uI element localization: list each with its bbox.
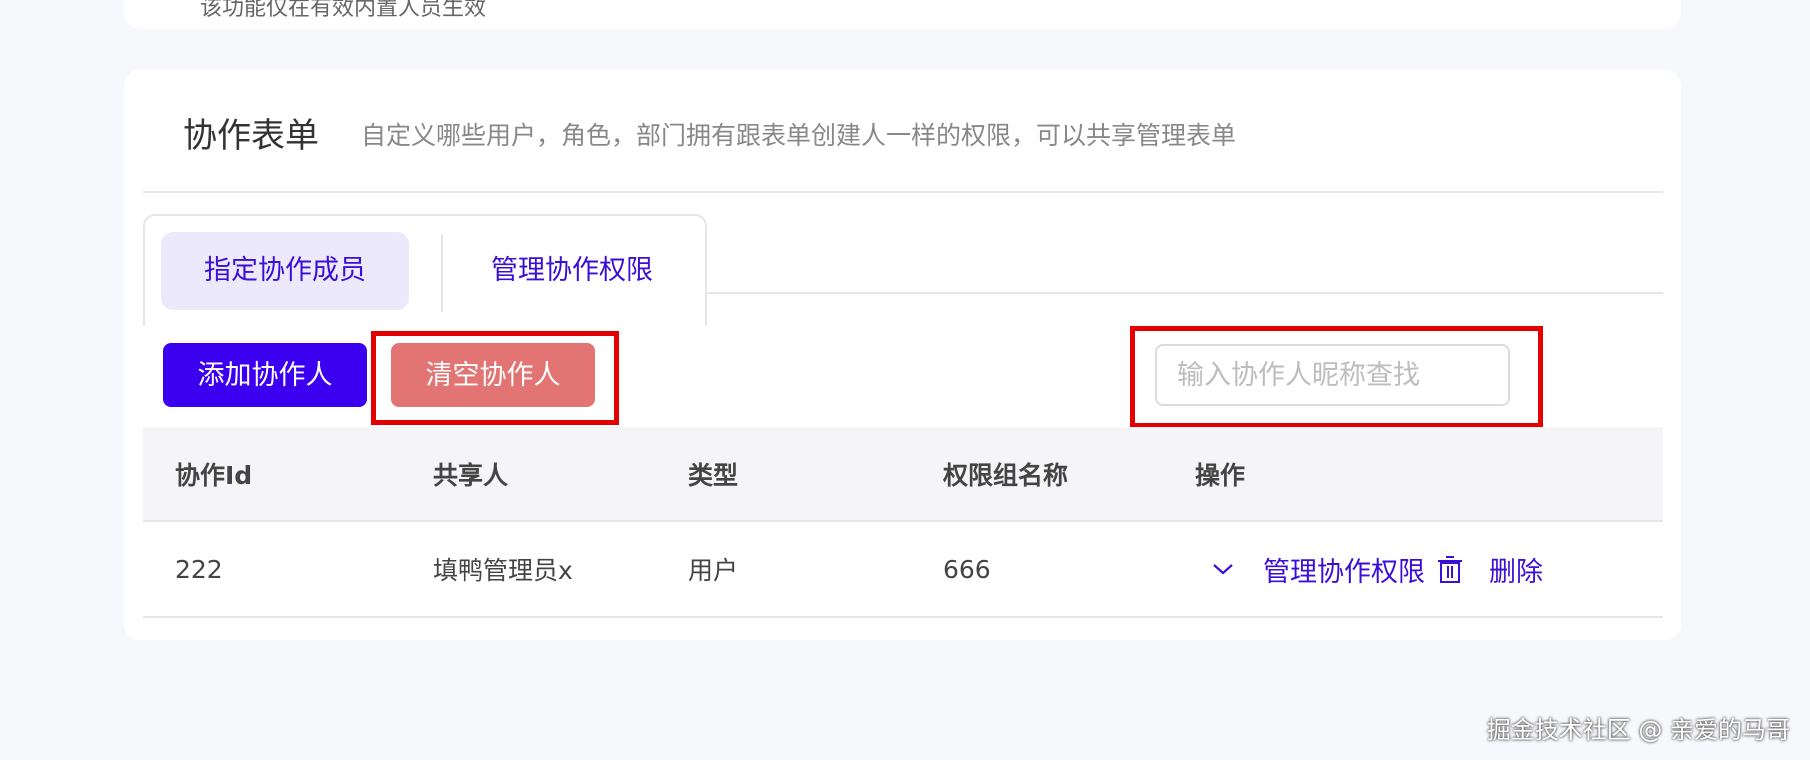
- collab-form-card: 协作表单 自定义哪些用户，角色，部门拥有跟表单创建人一样的权限，可以共享管理表单…: [124, 70, 1681, 640]
- page: 该功能仅在有效内置人员生效 协作表单 自定义哪些用户，角色，部门拥有跟表单创建人…: [0, 0, 1810, 760]
- cell-type: 用户: [688, 556, 739, 585]
- table-header: 协作Id 共享人 类型 权限组名称 操作: [143, 427, 1663, 522]
- cell-actions: 管理协作权限 删除: [1195, 522, 1543, 616]
- collaborators-table: 协作Id 共享人 类型 权限组名称 操作 222 填鸭管理员x 用户 666 管…: [143, 427, 1663, 618]
- cell-sharer: 填鸭管理员x: [433, 556, 573, 585]
- card-title: 协作表单: [183, 116, 319, 156]
- manage-permissions-link[interactable]: 管理协作权限: [1263, 550, 1425, 589]
- card-header: 协作表单 自定义哪些用户，角色，部门拥有跟表单创建人一样的权限，可以共享管理表单: [143, 70, 1663, 193]
- tab-permissions[interactable]: 管理协作权限: [455, 232, 689, 310]
- trash-icon[interactable]: [1437, 555, 1463, 583]
- add-collaborator-button[interactable]: 添加协作人: [163, 343, 367, 407]
- header-type: 类型: [688, 460, 739, 490]
- header-group-name: 权限组名称: [943, 460, 1069, 490]
- top-card-text: 该功能仅在有效内置人员生效: [200, 0, 487, 21]
- header-sharer: 共享人: [433, 460, 509, 490]
- tab-bar: 指定协作成员 管理协作权限: [143, 214, 707, 326]
- tab-collaborators[interactable]: 指定协作成员: [161, 232, 409, 310]
- watermark: 掘金技术社区 @ 亲爱的马哥: [1486, 716, 1790, 744]
- highlight-box-search: [1130, 326, 1543, 428]
- tab-separator: [441, 234, 443, 312]
- delete-link[interactable]: 删除: [1489, 550, 1543, 589]
- chevron-down-icon[interactable]: [1211, 557, 1235, 581]
- table-row: 222 填鸭管理员x 用户 666 管理协作权限 删除: [143, 522, 1663, 618]
- header-actions: 操作: [1195, 460, 1246, 490]
- highlight-box-clear: [371, 331, 619, 425]
- cell-collab-id: 222: [175, 554, 223, 584]
- header-collab-id: 协作Id: [175, 460, 253, 490]
- top-card: 该功能仅在有效内置人员生效: [124, 0, 1681, 29]
- card-description: 自定义哪些用户，角色，部门拥有跟表单创建人一样的权限，可以共享管理表单: [361, 121, 1237, 150]
- cell-group-name: 666: [943, 554, 991, 584]
